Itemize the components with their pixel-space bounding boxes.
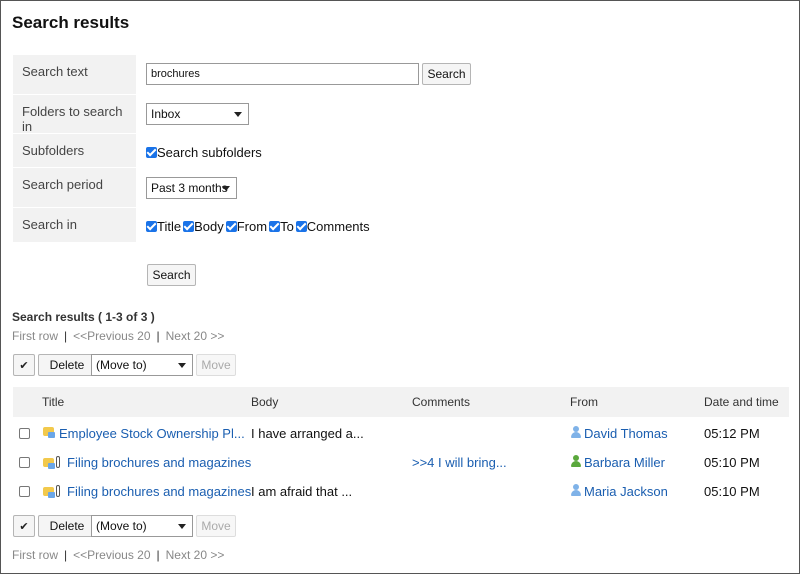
column-body[interactable]: Body: [251, 395, 278, 409]
next-page-link[interactable]: Next 20 >>: [166, 329, 225, 343]
move-to-value: (Move to): [96, 519, 147, 533]
message-icon-group: [43, 485, 60, 498]
move-button[interactable]: Move: [196, 354, 236, 376]
row-from-link[interactable]: David Thomas: [584, 426, 668, 441]
check-all-button[interactable]: ✔: [13, 515, 35, 537]
table-row: Employee Stock Ownership Pl... I have ar…: [13, 419, 789, 448]
row-body: I am afraid that ...: [251, 484, 353, 499]
search-in-to-checkbox[interactable]: [269, 221, 281, 232]
column-comments[interactable]: Comments: [412, 395, 470, 409]
search-in-comments-checkbox[interactable]: [295, 221, 307, 232]
row-date: 05:12 PM: [704, 426, 760, 441]
results-heading: Search results ( 1-3 of 3 ): [12, 310, 155, 324]
row-body: I have arranged a...: [251, 426, 364, 441]
move-to-select[interactable]: (Move to): [91, 515, 193, 537]
row-checkbox[interactable]: [19, 428, 30, 439]
row-from-link[interactable]: Barbara Miller: [584, 455, 665, 470]
user-green-icon: [570, 455, 582, 468]
message-bubble-icon: [43, 486, 55, 498]
row-date: 05:10 PM: [704, 484, 760, 499]
search-button[interactable]: Search: [422, 63, 471, 85]
row-from: Maria Jackson: [570, 484, 668, 499]
row-checkbox[interactable]: [19, 457, 30, 468]
row-title-link[interactable]: Employee Stock Ownership Pl...: [59, 426, 245, 441]
search-text-label: Search text: [13, 55, 136, 94]
chevron-down-icon: [178, 363, 186, 368]
search-period-label: Search period: [13, 168, 136, 207]
pager-separator: |: [64, 548, 68, 562]
user-blue-icon: [570, 426, 582, 439]
pager-separator: |: [156, 548, 160, 562]
chevron-down-icon: [178, 524, 186, 529]
attachment-icon: [56, 456, 60, 468]
search-in-body-label: Body: [194, 219, 224, 234]
search-in-body-checkbox[interactable]: [183, 221, 195, 232]
pager-separator: |: [156, 329, 160, 343]
row-from: Barbara Miller: [570, 455, 665, 470]
chevron-down-icon: [234, 112, 242, 117]
attachment-icon: [56, 485, 60, 497]
search-in-to-label: To: [280, 219, 294, 234]
row-date: 05:10 PM: [704, 455, 760, 470]
subfolders-label: Subfolders: [13, 134, 136, 167]
search-period-value: Past 3 months: [151, 181, 228, 195]
row-from: David Thomas: [570, 426, 668, 441]
column-title[interactable]: Title: [42, 395, 64, 409]
folder-select[interactable]: Inbox: [146, 103, 249, 125]
table-row: Filing brochures and magazines I am afra…: [13, 477, 789, 506]
search-in-from-checkbox[interactable]: [225, 221, 237, 232]
delete-button[interactable]: Delete: [38, 354, 96, 376]
submit-search-button[interactable]: Search: [147, 264, 196, 286]
subfolders-option-label: Search subfolders: [157, 145, 262, 160]
column-date-and-time[interactable]: Date and time: [704, 395, 779, 409]
next-page-link[interactable]: Next 20 >>: [166, 548, 225, 562]
first-row-link[interactable]: First row: [12, 329, 58, 343]
row-title-link[interactable]: Filing brochures and magazines: [67, 455, 251, 470]
message-bubble-icon: [43, 457, 55, 469]
pager-top: First row | <<Previous 20 | Next 20 >>: [12, 329, 224, 343]
search-in-title-checkbox[interactable]: [146, 221, 157, 232]
results-table-header: Title Body Comments From Date and time: [13, 387, 789, 417]
delete-button[interactable]: Delete: [38, 515, 96, 537]
search-in-from-label: From: [236, 219, 268, 234]
search-period-select[interactable]: Past 3 months: [146, 177, 237, 199]
chevron-down-icon: [222, 186, 230, 191]
previous-page-link[interactable]: <<Previous 20: [73, 329, 150, 343]
subfolders-checkbox-row[interactable]: Search subfolders: [146, 145, 262, 160]
search-in-options: Title Body From To Comments: [146, 219, 372, 234]
previous-page-link[interactable]: <<Previous 20: [73, 548, 150, 562]
folder-select-value: Inbox: [151, 107, 181, 121]
pager-bottom: First row | <<Previous 20 | Next 20 >>: [12, 548, 224, 562]
move-to-select[interactable]: (Move to): [91, 354, 193, 376]
message-icon-group: [43, 427, 55, 438]
pager-separator: |: [64, 329, 68, 343]
message-bubble-icon: [43, 427, 55, 438]
check-all-button[interactable]: ✔: [13, 354, 35, 376]
table-row: Filing brochures and magazines >>4 I wil…: [13, 448, 789, 477]
subfolders-checkbox[interactable]: [146, 147, 157, 158]
search-in-title-label: Title: [157, 219, 182, 234]
move-to-value: (Move to): [96, 358, 147, 372]
column-from[interactable]: From: [570, 395, 598, 409]
row-from-link[interactable]: Maria Jackson: [584, 484, 668, 499]
user-blue-icon: [570, 484, 582, 497]
search-text-input[interactable]: [146, 63, 419, 85]
message-icon-group: [43, 456, 60, 469]
page-title: Search results: [12, 13, 130, 32]
move-button[interactable]: Move: [196, 515, 236, 537]
search-in-comments-label: Comments: [306, 219, 370, 234]
row-comments-link[interactable]: >>4 I will bring...: [412, 455, 507, 470]
folders-label: Folders to search in: [13, 95, 136, 134]
search-in-label: Search in: [13, 208, 136, 242]
search-results-page: Search results Search text Search Folder…: [0, 0, 800, 574]
row-title-link[interactable]: Filing brochures and magazines: [67, 484, 251, 499]
row-checkbox[interactable]: [19, 486, 30, 497]
first-row-link[interactable]: First row: [12, 548, 58, 562]
